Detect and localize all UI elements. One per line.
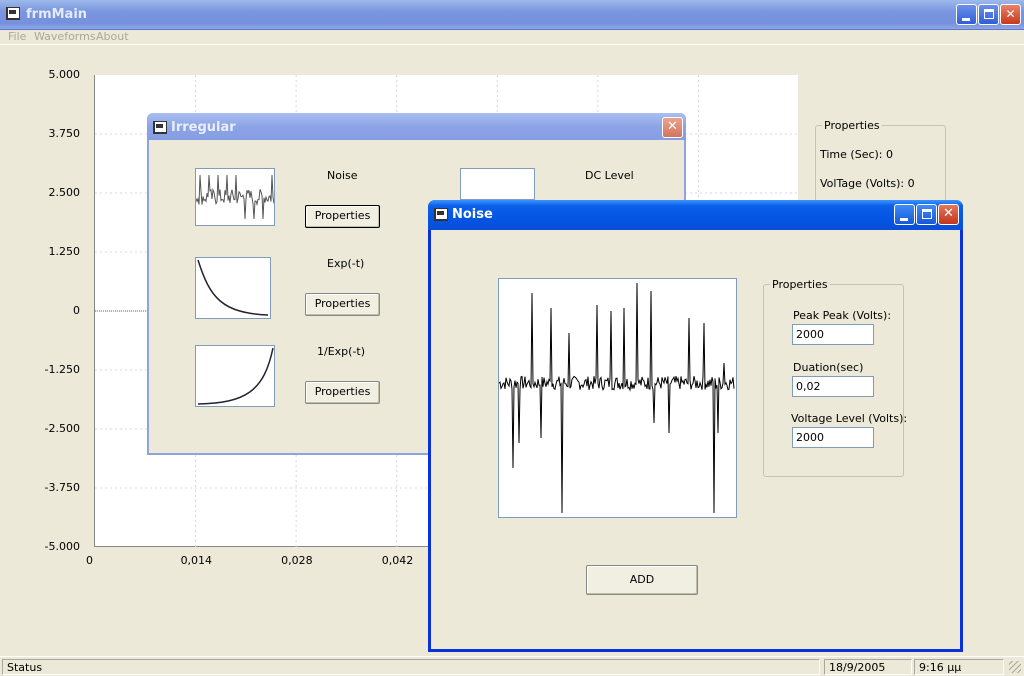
minimize-button[interactable] xyxy=(956,4,977,25)
maximize-icon xyxy=(922,209,932,219)
status-text: Status xyxy=(2,659,820,675)
exp-growth-thumbnail[interactable] xyxy=(195,345,275,407)
peak-peak-label: Peak Peak (Volts): xyxy=(793,309,892,322)
noise-properties-button[interactable]: Properties xyxy=(305,205,380,228)
time-readout: Time (Sec): 0 xyxy=(820,148,893,161)
x-tick-label: 0,042 xyxy=(381,554,414,567)
noise-window-title: Noise xyxy=(452,207,493,222)
x-tick-label: 0,014 xyxy=(180,554,213,567)
main-properties-label: Properties xyxy=(822,119,882,132)
menu-waveforms[interactable]: Waveforms xyxy=(34,30,96,43)
peak-peak-input[interactable] xyxy=(792,324,874,345)
close-button[interactable]: ✕ xyxy=(1000,4,1021,25)
irregular-close-button[interactable]: ✕ xyxy=(662,117,683,138)
noise-close-button[interactable]: ✕ xyxy=(938,204,959,225)
menu-bar: File Waveforms About xyxy=(0,30,1024,45)
noise-properties-group: Properties Peak Peak (Volts): Duation(se… xyxy=(763,278,908,477)
x-tick-label: 0 xyxy=(86,554,93,567)
noise-title-bar[interactable]: Noise ✕ xyxy=(428,200,963,230)
noise-wave-icon xyxy=(195,174,275,220)
noise-wave-thumbnail[interactable] xyxy=(195,168,275,226)
y-tick-label: -5.000 xyxy=(44,540,80,553)
noise-preview-plot xyxy=(498,278,737,518)
voltage-level-label: Voltage Level (Volts): xyxy=(791,412,908,425)
dc-level-label: DC Level xyxy=(585,169,634,182)
menu-about[interactable]: About xyxy=(96,30,129,43)
main-window-title: frmMain xyxy=(26,7,88,22)
exp-decay-icon xyxy=(197,259,269,316)
voltage-level-input[interactable] xyxy=(792,427,874,448)
y-tick-label: -3.750 xyxy=(44,481,80,494)
noise-preview-canvas xyxy=(498,282,735,514)
inverse-exp-wave-label: 1/Exp(-t) xyxy=(317,345,366,358)
minimize-icon xyxy=(900,218,908,221)
menu-file[interactable]: File xyxy=(8,30,26,43)
maximize-button[interactable] xyxy=(978,4,999,25)
irregular-title-bar[interactable]: Irregular ✕ xyxy=(147,113,686,140)
irregular-window-title: Irregular xyxy=(171,120,236,135)
duration-label: Duation(sec) xyxy=(793,361,864,374)
exp-decay-thumbnail[interactable] xyxy=(195,257,271,319)
maximize-icon xyxy=(984,9,994,19)
minimize-icon xyxy=(962,18,970,21)
y-tick-label: 2.500 xyxy=(48,186,81,199)
noise-maximize-button[interactable] xyxy=(916,204,937,225)
exp-properties-button[interactable]: Properties xyxy=(305,293,380,316)
resize-grip-icon[interactable] xyxy=(1009,661,1021,673)
close-icon: ✕ xyxy=(1005,7,1016,21)
y-tick-label: 3.750 xyxy=(48,127,81,140)
app-window-icon xyxy=(6,7,20,20)
y-tick-label: 5.000 xyxy=(48,68,81,81)
close-icon: ✕ xyxy=(943,206,954,221)
inverse-exp-properties-button[interactable]: Properties xyxy=(305,381,380,404)
y-tick-label: 1.250 xyxy=(48,245,81,258)
noise-minimize-button[interactable] xyxy=(894,204,915,225)
noise-window-icon xyxy=(434,208,448,221)
exp-growth-icon xyxy=(197,347,274,405)
status-bar: Status 18/9/2005 9:16 μμ xyxy=(0,656,1024,676)
main-title-bar[interactable]: frmMain ✕ xyxy=(0,0,1024,30)
status-time: 9:16 μμ xyxy=(914,659,1004,675)
exp-wave-label: Exp(-t) xyxy=(327,257,365,270)
y-tick-label: -2.500 xyxy=(44,422,80,435)
x-tick-label: 0,028 xyxy=(281,554,313,567)
y-tick-label: -1.250 xyxy=(44,363,80,376)
status-date: 18/9/2005 xyxy=(824,659,912,675)
noise-window: Noise ✕ Properties Peak Peak (Volts): Du… xyxy=(428,200,963,652)
close-icon: ✕ xyxy=(667,119,678,134)
y-tick-label: 0 xyxy=(73,304,80,317)
noise-wave-label: Noise xyxy=(327,169,358,182)
dc-level-thumbnail[interactable] xyxy=(460,168,535,200)
add-button[interactable]: ADD xyxy=(586,565,698,595)
irregular-window-icon xyxy=(153,121,167,134)
voltage-readout: VolTage (Volts): 0 xyxy=(820,177,915,190)
duration-input[interactable] xyxy=(792,376,874,397)
noise-properties-label: Properties xyxy=(770,278,830,291)
